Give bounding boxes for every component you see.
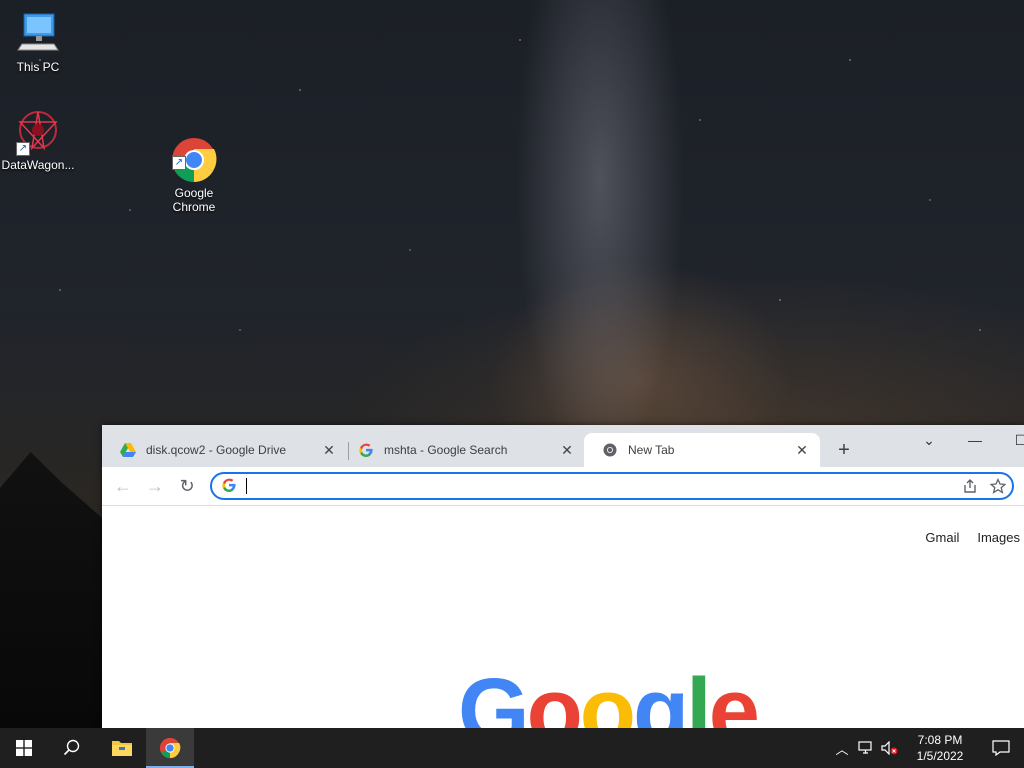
chrome-icon <box>602 442 618 458</box>
windows-logo-icon <box>16 740 32 756</box>
network-icon[interactable] <box>854 728 878 768</box>
google-drive-icon <box>120 442 136 458</box>
desktop-icon-label: This PC <box>16 60 60 74</box>
tab-search-chevron-icon[interactable]: ⌄ <box>906 425 952 455</box>
back-button[interactable]: ← <box>110 474 136 498</box>
file-explorer-button[interactable] <box>98 728 146 768</box>
forward-button[interactable]: → <box>142 474 168 498</box>
tab-title: New Tab <box>628 443 675 457</box>
computer-icon <box>14 10 62 58</box>
start-button[interactable] <box>0 728 48 768</box>
new-tab-button[interactable]: + <box>832 438 856 462</box>
minimize-button[interactable]: — <box>952 425 998 455</box>
desktop-icon-this-pc[interactable]: This PC <box>0 10 76 74</box>
system-tray: ︿ 7:08 PM 1/5/2022 <box>830 728 1024 768</box>
shortcut-arrow-icon: ↗ <box>16 142 30 156</box>
chrome-icon: ↗ <box>170 122 218 182</box>
clock-time: 7:08 PM <box>917 733 963 747</box>
notifications-icon[interactable] <box>978 728 1024 768</box>
tab-new-tab[interactable]: New Tab ✕ <box>584 433 820 467</box>
top-links: Gmail Images <box>925 530 1020 545</box>
google-logo: Google <box>458 660 760 728</box>
tab-google-search[interactable]: mshta - Google Search ✕ <box>340 433 585 467</box>
wallpaper-mountain <box>0 452 102 728</box>
chevron-up-icon[interactable]: ︿ <box>830 728 854 768</box>
search-button[interactable] <box>48 728 96 768</box>
folder-icon <box>112 741 132 756</box>
desktop-icon-datawagon[interactable]: ↗ DataWagon... <box>0 108 76 172</box>
clock[interactable]: 7:08 PM 1/5/2022 <box>902 732 978 764</box>
tab-title: mshta - Google Search <box>384 443 508 457</box>
address-input[interactable] <box>253 477 956 495</box>
toolbar: ← → ↻ <box>102 467 1024 506</box>
text-caret <box>246 478 247 494</box>
clock-date: 1/5/2022 <box>916 749 964 763</box>
google-g-icon <box>222 478 238 494</box>
images-link[interactable]: Images <box>977 530 1020 545</box>
google-g-icon <box>358 442 374 458</box>
desktop-icon-label: DataWagon... <box>1 158 75 172</box>
shortcut-arrow-icon: ↗ <box>172 156 186 170</box>
chrome-taskbar-button[interactable] <box>146 728 194 768</box>
gmail-link[interactable]: Gmail <box>925 530 959 545</box>
chrome-window: disk.qcow2 - Google Drive ✕ mshta - Goog… <box>102 425 1024 728</box>
tab-title: disk.qcow2 - Google Drive <box>146 443 287 457</box>
desktop-icon-google-chrome[interactable]: ↗ Google Chrome <box>156 108 232 228</box>
tab-close-icon[interactable]: ✕ <box>559 442 575 458</box>
maximize-button[interactable]: ☐ <box>998 425 1024 455</box>
search-icon <box>63 739 80 756</box>
datawagon-icon: ↗ <box>14 108 62 156</box>
taskbar: ︿ 7:08 PM 1/5/2022 <box>0 728 1024 768</box>
tab-close-icon[interactable]: ✕ <box>321 442 337 458</box>
bookmark-star-icon[interactable] <box>984 474 1012 498</box>
tab-close-icon[interactable]: ✕ <box>794 442 810 458</box>
tab-google-drive[interactable]: disk.qcow2 - Google Drive ✕ <box>102 433 347 467</box>
reload-button[interactable]: ↻ <box>174 474 200 498</box>
desktop-icon-label: Google Chrome <box>172 186 216 214</box>
address-bar[interactable] <box>210 472 1014 500</box>
volume-muted-icon[interactable] <box>878 728 902 768</box>
chrome-icon <box>159 737 181 759</box>
share-icon[interactable] <box>956 474 984 498</box>
tab-strip: disk.qcow2 - Google Drive ✕ mshta - Goog… <box>102 425 1024 467</box>
